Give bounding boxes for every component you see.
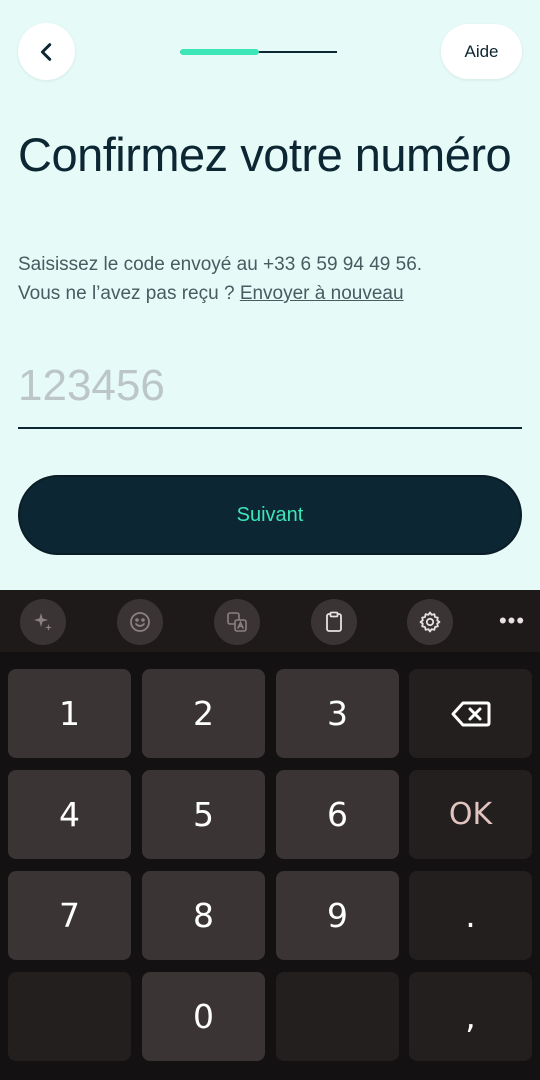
chevron-left-icon bbox=[40, 42, 51, 61]
key-4[interactable]: 4 bbox=[8, 770, 131, 859]
page-title: Confirmez votre numéro bbox=[18, 128, 512, 181]
keyboard-toolbar: ••• bbox=[0, 590, 540, 652]
backspace-icon bbox=[451, 701, 490, 726]
help-button[interactable]: Aide bbox=[441, 24, 522, 79]
sparkle-icon bbox=[34, 613, 52, 631]
key-empty-left bbox=[8, 972, 131, 1061]
emoji-button[interactable] bbox=[117, 599, 163, 645]
key-7[interactable]: 7 bbox=[8, 871, 131, 960]
clipboard-button[interactable] bbox=[311, 599, 357, 645]
key-backspace[interactable] bbox=[409, 669, 532, 758]
numeric-keyboard: ••• 1 2 3 4 5 6 OK 7 8 9 . 0 , bbox=[0, 590, 540, 1080]
subtitle-line-2: Vous ne l’avez pas reçu ? Envoyer à nouv… bbox=[18, 279, 528, 308]
key-1[interactable]: 1 bbox=[8, 669, 131, 758]
key-2[interactable]: 2 bbox=[142, 669, 265, 758]
sparkle-button[interactable] bbox=[20, 599, 66, 645]
code-input[interactable] bbox=[18, 345, 522, 429]
progress-fill bbox=[180, 49, 259, 55]
more-button[interactable]: ••• bbox=[495, 606, 529, 636]
key-9[interactable]: 9 bbox=[276, 871, 399, 960]
more-icon: ••• bbox=[498, 608, 526, 633]
settings-button[interactable] bbox=[407, 599, 453, 645]
settings-icon bbox=[419, 611, 441, 633]
subtitle-line-1: Saisissez le code envoyé au +33 6 59 94 … bbox=[18, 254, 423, 275]
progress-bar bbox=[180, 49, 337, 55]
translate-button[interactable] bbox=[214, 599, 260, 645]
key-empty-right bbox=[276, 972, 399, 1061]
clipboard-icon bbox=[326, 611, 342, 632]
resend-prompt: Vous ne l’avez pas reçu ? bbox=[18, 283, 240, 304]
key-comma[interactable]: , bbox=[409, 972, 532, 1061]
key-3[interactable]: 3 bbox=[276, 669, 399, 758]
key-6[interactable]: 6 bbox=[276, 770, 399, 859]
resend-link[interactable]: Envoyer à nouveau bbox=[240, 283, 404, 304]
key-period[interactable]: . bbox=[409, 871, 532, 960]
subtitle: Saisissez le code envoyé au +33 6 59 94 … bbox=[18, 250, 528, 308]
back-button[interactable] bbox=[18, 23, 75, 80]
key-ok[interactable]: OK bbox=[409, 770, 532, 859]
key-8[interactable]: 8 bbox=[142, 871, 265, 960]
emoji-icon bbox=[130, 612, 150, 632]
key-0[interactable]: 0 bbox=[142, 972, 265, 1061]
key-5[interactable]: 5 bbox=[142, 770, 265, 859]
next-button[interactable]: Suivant bbox=[18, 475, 522, 555]
translate-icon bbox=[227, 612, 247, 632]
screen: Aide Confirmez votre numéro Saisissez le… bbox=[0, 0, 540, 590]
